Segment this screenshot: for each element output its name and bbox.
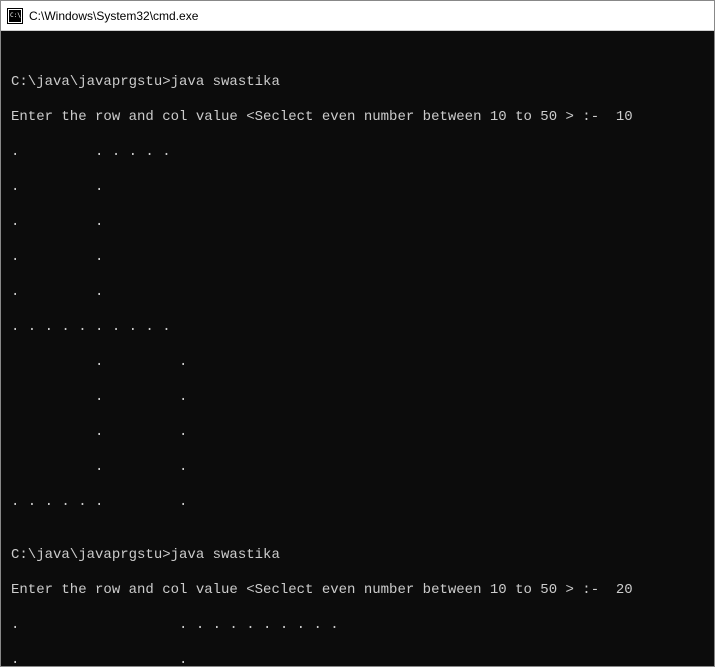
input-line: Enter the row and col value <Seclect eve… [11, 109, 704, 127]
input-line: Enter the row and col value <Seclect eve… [11, 582, 704, 600]
output-line: . . . . . . [11, 144, 704, 162]
output-line: . . [11, 284, 704, 302]
output-line: . . . . . . . . . . . [11, 617, 704, 635]
output-line: . . [11, 179, 704, 197]
output-line: . . [11, 424, 704, 442]
output-line: . . [11, 354, 704, 372]
window-title: C:\Windows\System32\cmd.exe [29, 9, 198, 23]
cmd-icon: C:\ [7, 8, 23, 24]
output-line: . . . . . . . . . . [11, 319, 704, 337]
output-line: . . [11, 652, 704, 667]
svg-text:C:\: C:\ [10, 12, 21, 19]
output-line: . . . . . . . [11, 494, 704, 512]
output-line: . . [11, 249, 704, 267]
prompt-line: C:\java\javaprgstu>java swastika [11, 547, 704, 565]
output-line: . . [11, 214, 704, 232]
titlebar[interactable]: C:\ C:\Windows\System32\cmd.exe [1, 1, 714, 31]
output-line: . . [11, 389, 704, 407]
output-line: . . [11, 459, 704, 477]
cmd-window: C:\ C:\Windows\System32\cmd.exe C:\java\… [0, 0, 715, 667]
prompt-line: C:\java\javaprgstu>java swastika [11, 74, 704, 92]
terminal-content[interactable]: C:\java\javaprgstu>java swastika Enter t… [1, 31, 714, 666]
